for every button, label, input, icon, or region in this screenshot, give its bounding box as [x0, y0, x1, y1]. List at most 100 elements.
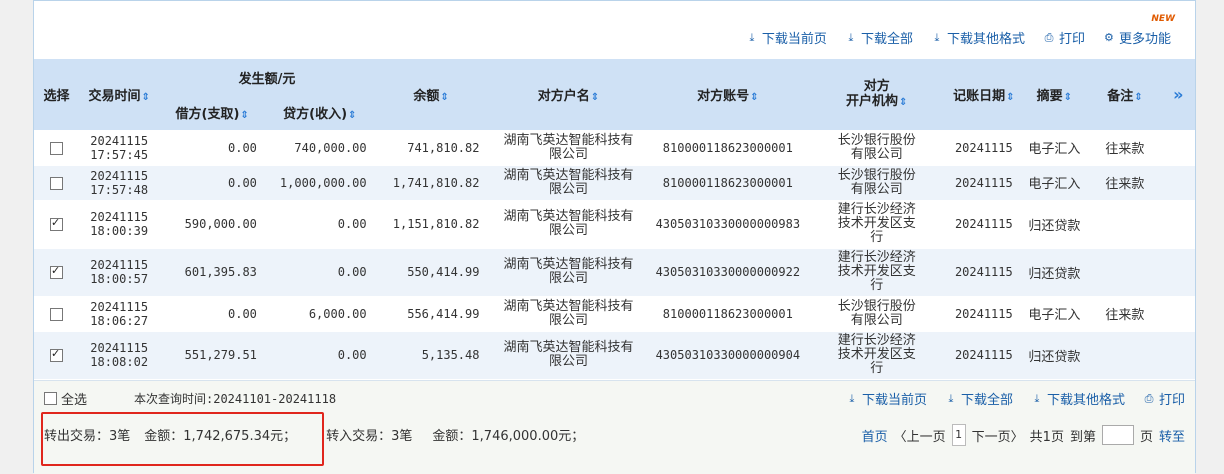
debit-cell: 551,279.51: [159, 330, 265, 379]
credit-cell: 0.00: [264, 330, 375, 379]
sort-icon[interactable]: ⇕: [591, 92, 599, 103]
row-checkbox[interactable]: [49, 347, 63, 363]
row-checkbox[interactable]: [49, 264, 63, 279]
sort-icon[interactable]: ⇕: [1134, 92, 1142, 103]
download-other-link[interactable]: ⤓ 下载其他格式: [931, 28, 1025, 47]
row-select-cell[interactable]: [34, 164, 79, 200]
sort-icon[interactable]: ⇕: [141, 92, 149, 103]
go-button[interactable]: 转至: [1159, 426, 1185, 445]
printer-icon: ⎙: [1144, 391, 1154, 405]
select-all-label: 全选: [61, 393, 88, 408]
debit-cell: 0.00: [159, 295, 265, 331]
sort-icon[interactable]: ⇕: [1064, 92, 1072, 103]
download-page-link-bottom[interactable]: ⤓ 下载当前页: [846, 389, 927, 408]
counterparty-bank-cell: 长沙银行股份 有限公司: [806, 295, 948, 331]
post-date-cell: 20241115: [947, 247, 1021, 296]
sort-icon[interactable]: ⇕: [240, 110, 248, 121]
table-row[interactable]: 20241115 17:57:45 0.00 740,000.00 741,810.82…: [34, 129, 1195, 165]
time-cell: 20241115 18:00:57: [78, 247, 160, 296]
print-link[interactable]: ⎙ 打印: [1043, 28, 1085, 47]
col-counterparty-name[interactable]: 对方户名⇕: [487, 59, 650, 130]
col-credit[interactable]: 贷方(收入)⇕: [264, 95, 375, 130]
table-row[interactable]: 20241115 17:57:48 0.00 1,000,000.00 1,741,81…: [34, 164, 1195, 200]
row-select-cell[interactable]: [34, 199, 79, 248]
table-body: 20241115 17:57:45 0.00 740,000.00 741,810.82…: [34, 129, 1195, 379]
more-functions-link[interactable]: ⚙ 更多功能: [1103, 28, 1171, 47]
row-checkbox[interactable]: [49, 141, 63, 155]
table-row[interactable]: 2024111518:00:39590,000.000.001,151,810.…: [34, 199, 1195, 248]
debit-cell: 0.00: [159, 129, 265, 165]
new-badge: NEW: [1151, 14, 1175, 24]
col-bank-label-2: 开户机构: [846, 93, 899, 109]
pagination: 首页 〈上一页 1 下一页〉 共1页 到第 页 转至: [862, 424, 1185, 446]
remark-cell: 往来款: [1088, 164, 1162, 200]
row-select-cell[interactable]: [34, 247, 79, 296]
bank-line-3: 行: [870, 230, 884, 245]
transaction-table: 选择 交易时间⇕ 发生额/元 余额⇕ 对方户名⇕ 对方账号⇕ 对方 开户机构⇕ 记…: [34, 59, 1195, 379]
bank-line-1: 长沙银行股份: [837, 167, 916, 183]
row-select-cell[interactable]: [34, 129, 79, 165]
balance-cell: 556,414.99: [374, 295, 488, 331]
row-select-cell[interactable]: [34, 330, 79, 379]
download-page-link[interactable]: ⤓ 下载当前页: [746, 28, 826, 47]
table-row[interactable]: 2024111518:00:57601,395.830.00550,414.99…: [34, 247, 1195, 296]
col-remark[interactable]: 备注⇕: [1088, 59, 1162, 130]
col-bank-label-1: 对方: [863, 78, 890, 94]
counterparty-name-cell: 湖南飞英达智能科技有 限公司: [487, 164, 650, 200]
row-select-cell[interactable]: [34, 295, 79, 331]
remark-cell: [1088, 330, 1162, 379]
sort-icon[interactable]: ⇕: [440, 92, 448, 103]
name-line-1: 湖南飞英达智能科技有: [503, 257, 634, 272]
download-other-link-bottom[interactable]: ⤓ 下载其他格式: [1031, 389, 1125, 408]
sort-icon[interactable]: ⇕: [348, 110, 356, 121]
row-checkbox[interactable]: [49, 307, 63, 321]
more-columns-button[interactable]: »: [1161, 59, 1195, 130]
summary-cell: 电子汇入: [1020, 164, 1089, 200]
counterparty-bank-cell: 建行长沙经济 技术开发区支行: [806, 199, 948, 248]
col-select: 选择: [34, 59, 79, 130]
col-balance[interactable]: 余额⇕: [374, 59, 488, 130]
bank-line-1: 长沙银行股份: [837, 132, 916, 148]
first-page-link[interactable]: 首页: [862, 426, 888, 445]
col-post-date[interactable]: 记账日期⇕: [947, 59, 1021, 130]
row-checkbox[interactable]: [49, 176, 63, 190]
credit-cell: 1,000,000.00: [264, 164, 375, 200]
remark-cell: [1088, 199, 1162, 248]
row-checkbox[interactable]: [49, 216, 63, 231]
table-row[interactable]: 2024111518:08:02551,279.510.005,135.48湖南…: [34, 330, 1195, 379]
name-line-2: 限公司: [548, 146, 588, 162]
col-counterparty-account[interactable]: 对方账号⇕: [649, 59, 807, 130]
sort-icon[interactable]: ⇕: [899, 97, 907, 108]
printer-icon: ⎙: [1044, 30, 1054, 44]
current-page[interactable]: 1: [951, 424, 966, 446]
download-all-link-bottom[interactable]: ⤓ 下载全部: [945, 389, 1013, 408]
col-time[interactable]: 交易时间⇕: [78, 59, 160, 130]
select-all[interactable]: 全选: [44, 389, 87, 408]
next-page[interactable]: 下一页〉: [972, 426, 1024, 445]
prev-page[interactable]: 〈上一页: [894, 426, 946, 445]
sort-icon[interactable]: ⇕: [1006, 92, 1014, 103]
counterparty-bank-cell: 长沙银行股份 有限公司: [806, 164, 948, 200]
counterparty-name-cell: 湖南飞英达智能科技有 限公司: [487, 199, 650, 248]
col-counterparty-bank[interactable]: 对方 开户机构⇕: [806, 59, 948, 130]
summary-cell: 归还贷款: [1020, 247, 1089, 296]
print-link-bottom[interactable]: ⎙ 打印: [1143, 389, 1185, 408]
spacer-cell: [1161, 164, 1195, 200]
post-date-cell: 20241115: [947, 199, 1021, 248]
goto-page-input[interactable]: [1101, 425, 1134, 445]
query-time: 本次查询时间:20241101-20241118: [134, 392, 337, 406]
table-row[interactable]: 20241115 18:06:27 0.00 6,000.00 556,414.99 湖南…: [34, 295, 1195, 331]
name-line-2: 限公司: [548, 181, 588, 197]
col-debit-label: 借方(支取): [175, 106, 240, 122]
col-summary[interactable]: 摘要⇕: [1020, 59, 1089, 130]
sort-icon[interactable]: ⇕: [750, 92, 758, 103]
highlight-box: [41, 412, 324, 466]
select-all-checkbox[interactable]: [44, 392, 57, 405]
time-cell: 20241115 18:00:39: [78, 199, 160, 248]
post-date-cell: 20241115: [947, 330, 1021, 379]
col-post-date-label: 记账日期: [953, 88, 1006, 104]
counterparty-name-cell: 湖南飞英达智能科技有 限公司: [487, 247, 650, 296]
download-all-link[interactable]: ⤓ 下载全部: [845, 28, 913, 47]
col-debit[interactable]: 借方(支取)⇕: [159, 95, 265, 130]
col-select-label: 选择: [43, 88, 70, 104]
